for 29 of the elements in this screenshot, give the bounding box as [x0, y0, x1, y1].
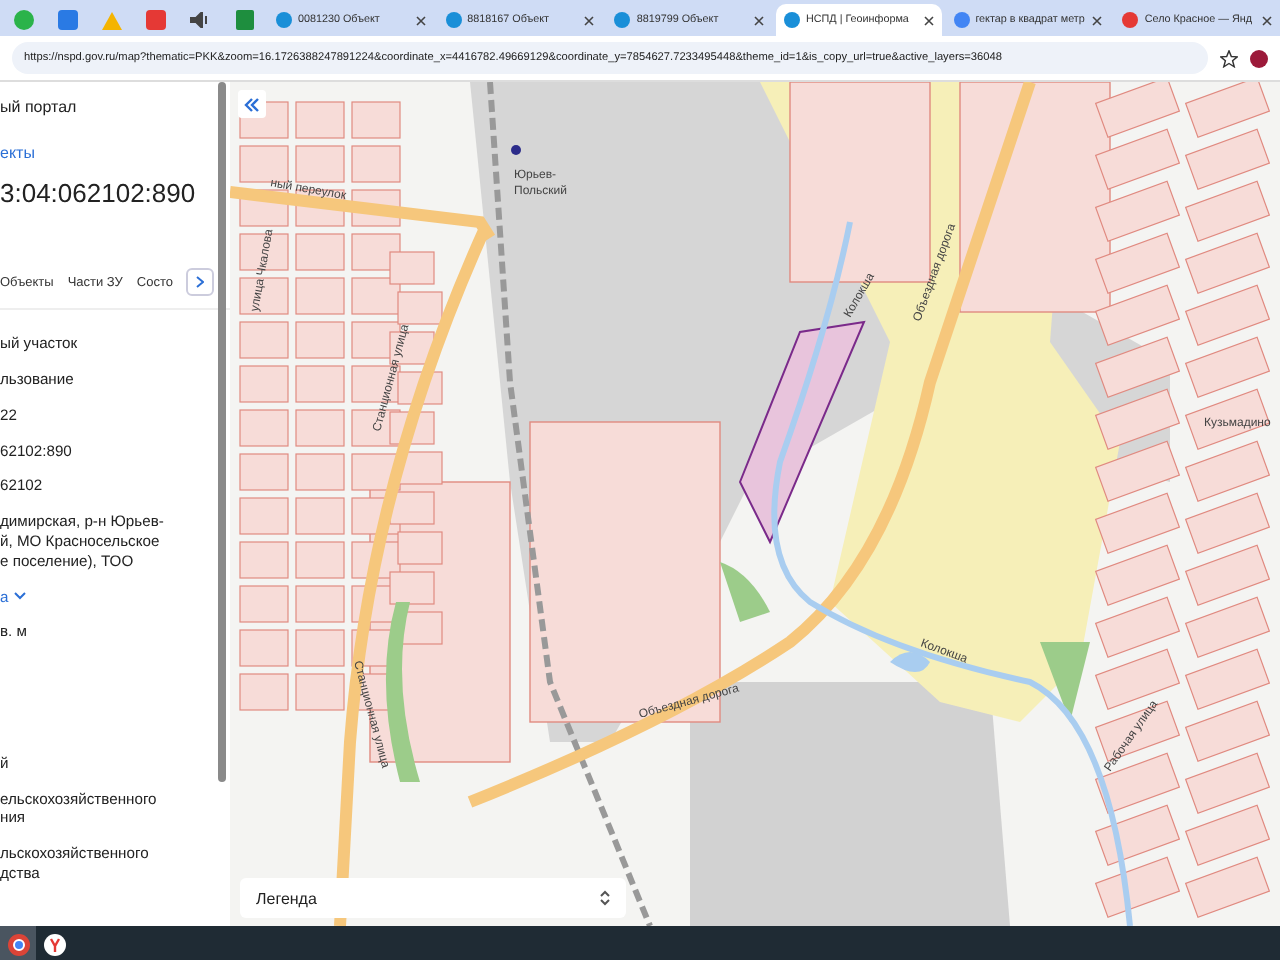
- scrollbar[interactable]: [218, 82, 226, 782]
- legend-dropdown[interactable]: Легенда: [240, 878, 626, 918]
- speaker-icon[interactable]: [190, 12, 210, 28]
- portal-title: ый портал: [0, 96, 79, 116]
- chrome-icon[interactable]: [7, 933, 29, 955]
- site-icon: [614, 12, 631, 28]
- double-chevron-left-icon: [244, 97, 260, 111]
- star-icon[interactable]: [1220, 49, 1238, 67]
- extension-icon[interactable]: [1250, 49, 1268, 67]
- site-icon: [784, 12, 801, 28]
- chevron-right-icon: [196, 275, 205, 287]
- site-icon: [1122, 12, 1139, 28]
- objects-link[interactable]: екты: [0, 116, 230, 162]
- close-icon[interactable]: [584, 15, 595, 25]
- station-marker-icon: [511, 145, 521, 155]
- close-icon[interactable]: [1092, 15, 1103, 25]
- chevron-down-icon: [14, 592, 27, 601]
- close-icon[interactable]: [923, 15, 934, 25]
- close-icon[interactable]: [415, 15, 426, 25]
- site-icon: [445, 12, 462, 28]
- scroll-tabs-button[interactable]: [186, 268, 215, 296]
- collapse-button[interactable]: [238, 90, 266, 118]
- site-icon: [276, 12, 292, 28]
- close-icon[interactable]: [754, 15, 765, 25]
- cadastral-number: 3:04:062102:890: [0, 176, 198, 208]
- close-icon[interactable]: [1262, 15, 1273, 25]
- up-down-chevron-icon: [600, 890, 610, 906]
- yandex-icon[interactable]: [43, 933, 65, 955]
- site-icon: [953, 12, 970, 28]
